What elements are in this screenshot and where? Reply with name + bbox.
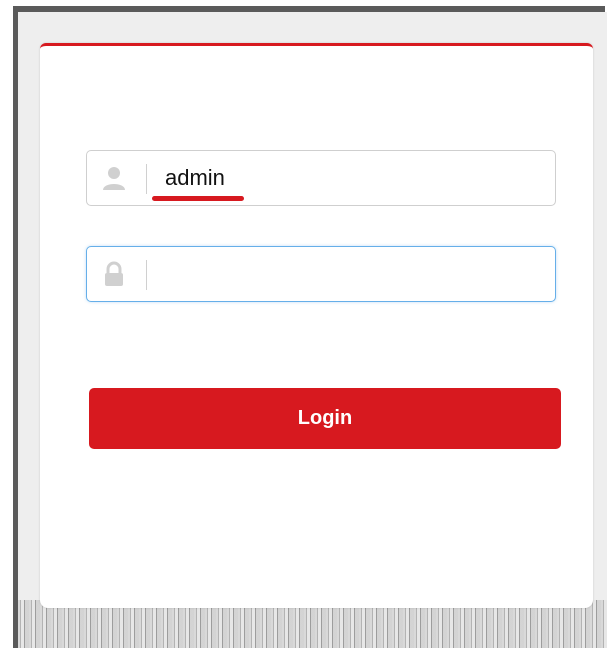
username-value[interactable]: admin: [165, 165, 225, 191]
user-icon: [101, 165, 127, 191]
username-highlight-mark: [152, 196, 244, 201]
login-button[interactable]: Login: [89, 388, 561, 449]
password-field[interactable]: [86, 246, 556, 302]
field-separator: [146, 260, 147, 290]
field-separator: [146, 164, 147, 194]
lock-icon: [101, 261, 127, 287]
login-card: admin Login: [40, 43, 593, 608]
login-screen: admin Login: [0, 0, 607, 648]
